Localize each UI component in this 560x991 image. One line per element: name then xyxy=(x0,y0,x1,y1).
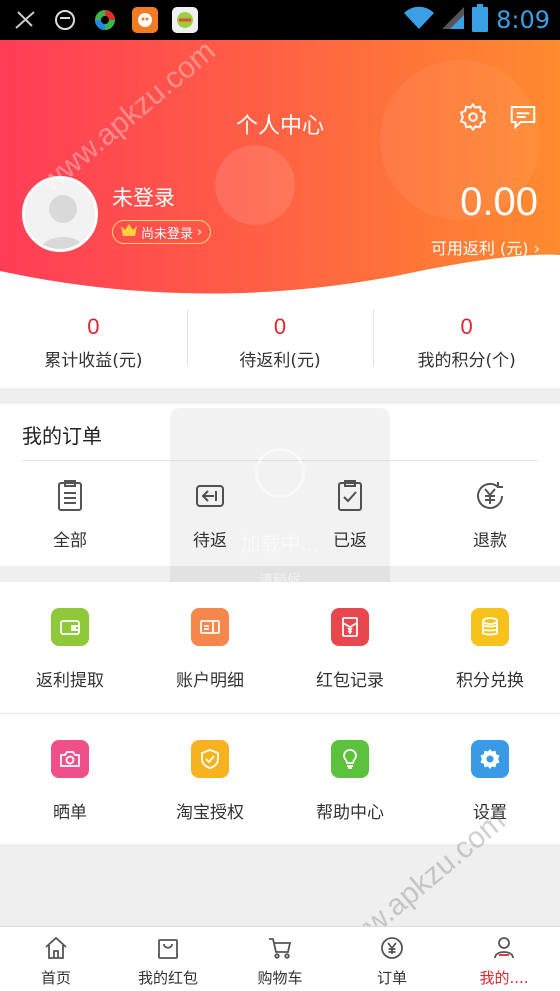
account-detail-button[interactable]: 账户明细 xyxy=(140,582,280,713)
home-icon xyxy=(43,936,69,965)
account-detail-icon xyxy=(191,608,229,646)
stat-total-earnings[interactable]: 0 累计收益(元) xyxy=(0,300,187,388)
grid-label: 帮助中心 xyxy=(316,803,384,823)
settings-button[interactable]: 设置 xyxy=(420,714,560,844)
red-envelope-icon xyxy=(331,608,369,646)
signal-icon xyxy=(442,5,465,35)
tab-label: 购物车 xyxy=(257,969,303,987)
tab-mine[interactable]: 我的.... xyxy=(448,927,560,991)
red-envelope-record-button[interactable]: 红包记录 xyxy=(280,582,420,713)
grid-label: 淘宝授权 xyxy=(176,803,244,823)
lightbulb-icon xyxy=(331,740,369,778)
my-orders-section: 我的订单 全部 待返 已返 退款 xyxy=(0,404,560,566)
bag-icon xyxy=(155,939,181,965)
order-label: 全部 xyxy=(53,531,87,551)
grid-label: 返利提取 xyxy=(36,671,104,691)
stats-bar: 0 累计收益(元) 0 待返利(元) 0 我的积分(个) xyxy=(0,300,560,388)
grid-label: 晒单 xyxy=(53,803,87,823)
stat-label: 累计收益(元) xyxy=(44,351,143,371)
person-icon xyxy=(491,937,517,965)
stat-value: 0 xyxy=(273,314,287,339)
order-all-button[interactable]: 全部 xyxy=(0,478,140,551)
taobao-auth-button[interactable]: 淘宝授权 xyxy=(140,714,280,844)
stat-value: 0 xyxy=(460,314,473,339)
tab-label: 我的.... xyxy=(479,969,529,987)
pending-return-icon xyxy=(192,485,228,518)
tab-label: 首页 xyxy=(40,969,71,987)
wallet-icon xyxy=(51,608,89,646)
tab-my-red-envelope[interactable]: 我的红包 xyxy=(112,927,224,991)
header-wave xyxy=(0,254,560,300)
wifi-icon xyxy=(404,5,435,35)
message-icon[interactable] xyxy=(508,102,538,132)
stat-pending-rebate[interactable]: 0 待返利(元) xyxy=(186,300,374,388)
clock-time: 8:09 xyxy=(496,6,550,34)
clipboard-list-icon xyxy=(52,480,88,518)
gear-icon xyxy=(471,740,509,778)
available-rebate-amount: 0.00 xyxy=(460,180,538,224)
green-app-icon xyxy=(172,7,198,33)
stat-label: 我的积分(个) xyxy=(417,351,516,371)
section-title: 我的订单 xyxy=(22,424,102,448)
rebate-withdraw-button[interactable]: 返利提取 xyxy=(0,582,140,713)
grid-label: 红包记录 xyxy=(316,671,384,691)
help-center-button[interactable]: 帮助中心 xyxy=(280,714,420,844)
grid-label: 账户明细 xyxy=(176,671,244,691)
decor-circle xyxy=(215,145,295,225)
share-order-button[interactable]: 晒单 xyxy=(0,714,140,844)
tab-label: 我的红包 xyxy=(137,969,198,987)
yen-circle-icon xyxy=(379,937,405,965)
grid-label: 设置 xyxy=(473,803,507,823)
clipboard-check-icon xyxy=(332,480,368,518)
camera-icon xyxy=(51,740,89,778)
stat-my-points[interactable]: 0 我的积分(个) xyxy=(373,300,560,388)
settings-gear-icon[interactable] xyxy=(458,102,488,132)
status-bar: 8:09 xyxy=(0,0,560,40)
bottom-tab-bar: 首页 我的红包 购物车 订单 我的.... xyxy=(0,926,560,991)
order-label: 待返 xyxy=(193,531,227,551)
tab-orders[interactable]: 订单 xyxy=(336,927,448,991)
battery-icon xyxy=(472,4,489,36)
refund-yen-icon xyxy=(472,482,508,518)
orange-app-icon xyxy=(132,7,158,33)
order-pending-button[interactable]: 待返 xyxy=(140,478,280,551)
order-label: 退款 xyxy=(473,531,507,551)
cart-icon xyxy=(267,938,293,965)
scissors-icon xyxy=(12,7,38,33)
points-exchange-button[interactable]: 积分兑换 xyxy=(420,582,560,713)
order-label: 已返 xyxy=(333,531,367,551)
function-grid: 返利提取 账户明细 红包记录 积分兑换 晒单 淘宝授权 帮助中心 设置 xyxy=(0,582,560,844)
order-returned-button[interactable]: 已返 xyxy=(280,478,420,551)
profile-header: 个人中心 未登录 尚未登录 › 0.00 可用返利 (元) › xyxy=(0,40,560,300)
coins-icon xyxy=(471,608,509,646)
stat-label: 待返利(元) xyxy=(239,351,321,371)
colorful-ball-icon xyxy=(92,7,118,33)
user-name[interactable]: 未登录 xyxy=(112,182,175,212)
grid-label: 积分兑换 xyxy=(456,671,524,691)
tab-cart[interactable]: 购物车 xyxy=(224,927,336,991)
face-icon xyxy=(52,7,78,33)
tab-home[interactable]: 首页 xyxy=(0,927,112,991)
shield-check-icon xyxy=(191,740,229,778)
divider xyxy=(22,460,538,461)
tab-label: 订单 xyxy=(376,969,407,987)
order-refund-button[interactable]: 退款 xyxy=(420,478,560,551)
stat-value: 0 xyxy=(87,314,100,339)
